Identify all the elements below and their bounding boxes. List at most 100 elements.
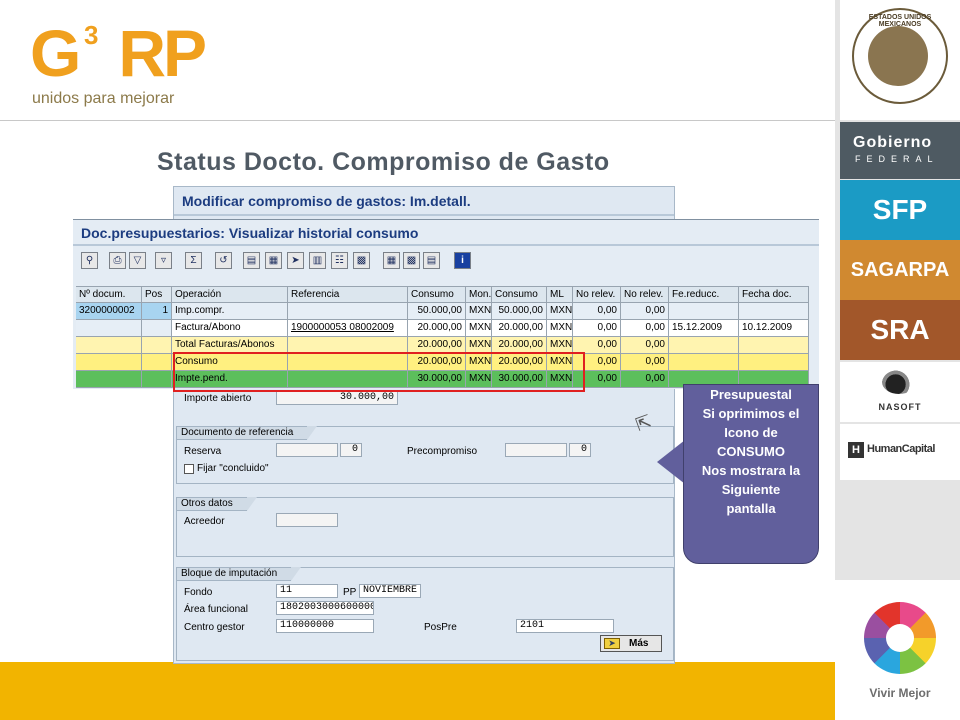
table-cell: [142, 320, 172, 337]
pospre-field[interactable]: 2101: [516, 619, 614, 633]
table-cell: 0,00: [621, 354, 669, 371]
mas-button[interactable]: ➤ Más: [600, 635, 662, 652]
logo-tagline: unidos para mejorar: [32, 90, 175, 107]
column-header[interactable]: Nº docum.: [76, 286, 142, 303]
abc-icon[interactable]: ☷: [331, 252, 348, 269]
column-header[interactable]: Operación: [172, 286, 288, 303]
table-cell: Imp.compr.: [172, 303, 288, 320]
pp-label: PP: [343, 587, 357, 598]
vivir-mejor-logo: Vivir Mejor: [840, 580, 960, 720]
reserva-pos-field[interactable]: 0: [340, 443, 362, 457]
zoom-icon[interactable]: ⚲: [81, 252, 98, 269]
column-header[interactable]: Consumo: [408, 286, 466, 303]
fondo-label: Fondo: [184, 587, 213, 598]
centro-gestor-label: Centro gestor: [184, 622, 245, 633]
reserva-field[interactable]: [276, 443, 338, 457]
header-divider: [0, 120, 835, 121]
table-cell: MXN: [466, 320, 492, 337]
table-cell: 0,00: [573, 303, 621, 320]
export-icon[interactable]: ▤: [243, 252, 260, 269]
table-cell: 0,00: [621, 337, 669, 354]
modificar-window-title: Modificar compromiso de gastos: Im.detal…: [182, 193, 471, 209]
table-row[interactable]: Factura/Abono 1900000053 08002009 20.000,0…: [76, 320, 818, 337]
column-header[interactable]: Consumo: [492, 286, 547, 303]
column-header[interactable]: No relev.: [621, 286, 669, 303]
table-cell: 10.12.2009: [739, 320, 809, 337]
logo-main: G RP: [30, 16, 207, 90]
humancapital-text: HumanCapital: [867, 443, 935, 455]
importe-abierto-label: Importe abierto: [184, 393, 252, 404]
send-icon[interactable]: ➤: [287, 252, 304, 269]
info-icon[interactable]: i: [454, 252, 471, 269]
column-header[interactable]: Fe.reducc.: [669, 286, 739, 303]
column-header[interactable]: ML: [547, 286, 573, 303]
filter-icon[interactable]: ▽: [129, 252, 146, 269]
seal-text: ESTADOS UNIDOS MEXICANOS: [868, 14, 932, 28]
callout-line: Presupuestal: [710, 387, 792, 402]
grid3-icon[interactable]: ▤: [423, 252, 440, 269]
table-cell: [76, 320, 142, 337]
humancapital-logo: H HumanCapital: [840, 424, 960, 480]
grid-icon[interactable]: ▦: [383, 252, 400, 269]
column-header[interactable]: No relev.: [573, 286, 621, 303]
column-header[interactable]: Fecha doc.: [739, 286, 809, 303]
sum-icon[interactable]: Σ: [185, 252, 202, 269]
table-cell: [739, 354, 809, 371]
footer-bar: [0, 662, 835, 720]
graph-icon[interactable]: ▩: [353, 252, 370, 269]
pp-field[interactable]: NOVIEMBRE: [359, 584, 421, 598]
sra-logo: SRA: [840, 300, 960, 360]
table-cell: 0,00: [621, 303, 669, 320]
g3rp-logo: G RP 3 unidos para mejorar: [30, 18, 207, 113]
table-cell: 1: [142, 303, 172, 320]
table-cell: 3200000002: [76, 303, 142, 320]
consumo-highlight-box: [173, 352, 585, 392]
area-funcional-label: Área funcional: [184, 604, 248, 615]
gobierno-text: Gobierno: [853, 134, 933, 151]
precompromiso-field[interactable]: [505, 443, 567, 457]
precompromiso-pos-field[interactable]: 0: [569, 443, 591, 457]
grid-header-row: Nº docum. Pos Operación Referencia Consumo Mo…: [76, 286, 818, 303]
table-cell: 15.12.2009: [669, 320, 739, 337]
sagarpa-logo: SAGARPA: [840, 240, 960, 300]
fijar-concluido-checkbox[interactable]: [184, 464, 194, 474]
table-cell: [142, 371, 172, 388]
column-header[interactable]: Mon.: [466, 286, 492, 303]
print-icon[interactable]: ⎙: [109, 252, 126, 269]
humancapital-icon: H: [848, 442, 864, 458]
centro-gestor-field[interactable]: 110000000: [276, 619, 374, 633]
column-header[interactable]: Referencia: [288, 286, 408, 303]
bloque-imputacion-title: Bloque de imputación: [176, 567, 302, 581]
table-cell: [76, 354, 142, 371]
acreedor-field[interactable]: [276, 513, 338, 527]
table-cell: 0,00: [621, 371, 669, 388]
grid2-icon[interactable]: ▩: [403, 252, 420, 269]
table-cell: 0,00: [621, 320, 669, 337]
table-cell: MXN: [547, 320, 573, 337]
table-cell: 0,00: [573, 320, 621, 337]
nasoft-swoosh-icon: [882, 370, 916, 394]
explanation-callout: Presupuestal Si oprimimos el Icono de CO…: [683, 384, 819, 564]
table-cell: 20.000,00: [492, 320, 547, 337]
importe-abierto-field[interactable]: 30.000,00: [276, 391, 398, 405]
fijar-concluido-label: Fijar "concluido": [197, 463, 269, 474]
table-cell: MXN: [547, 303, 573, 320]
layout-icon[interactable]: ↺: [215, 252, 232, 269]
table-cell: [142, 337, 172, 354]
table-cell: [288, 303, 408, 320]
set-filter-icon[interactable]: ▿: [155, 252, 172, 269]
word-icon[interactable]: ▥: [309, 252, 326, 269]
otros-datos-title: Otros datos: [176, 497, 257, 511]
table-cell: 1900000053 08002009: [288, 320, 408, 337]
spreadsheet-icon[interactable]: ▦: [265, 252, 282, 269]
table-cell: 50.000,00: [492, 303, 547, 320]
mas-button-label: Más: [629, 638, 649, 649]
column-header[interactable]: Pos: [142, 286, 172, 303]
table-cell: 50.000,00: [408, 303, 466, 320]
mexico-seal: ESTADOS UNIDOS MEXICANOS: [840, 0, 960, 120]
area-funcional-field[interactable]: 1802003000600000: [276, 601, 374, 615]
gobierno-federal-logo: Gobierno FEDERAL: [840, 122, 960, 179]
table-row[interactable]: 3200000002 1 Imp.compr. 50.000,00 MXN 50.000,…: [76, 303, 818, 320]
fondo-field[interactable]: 11: [276, 584, 338, 598]
acreedor-label: Acreedor: [184, 516, 225, 527]
